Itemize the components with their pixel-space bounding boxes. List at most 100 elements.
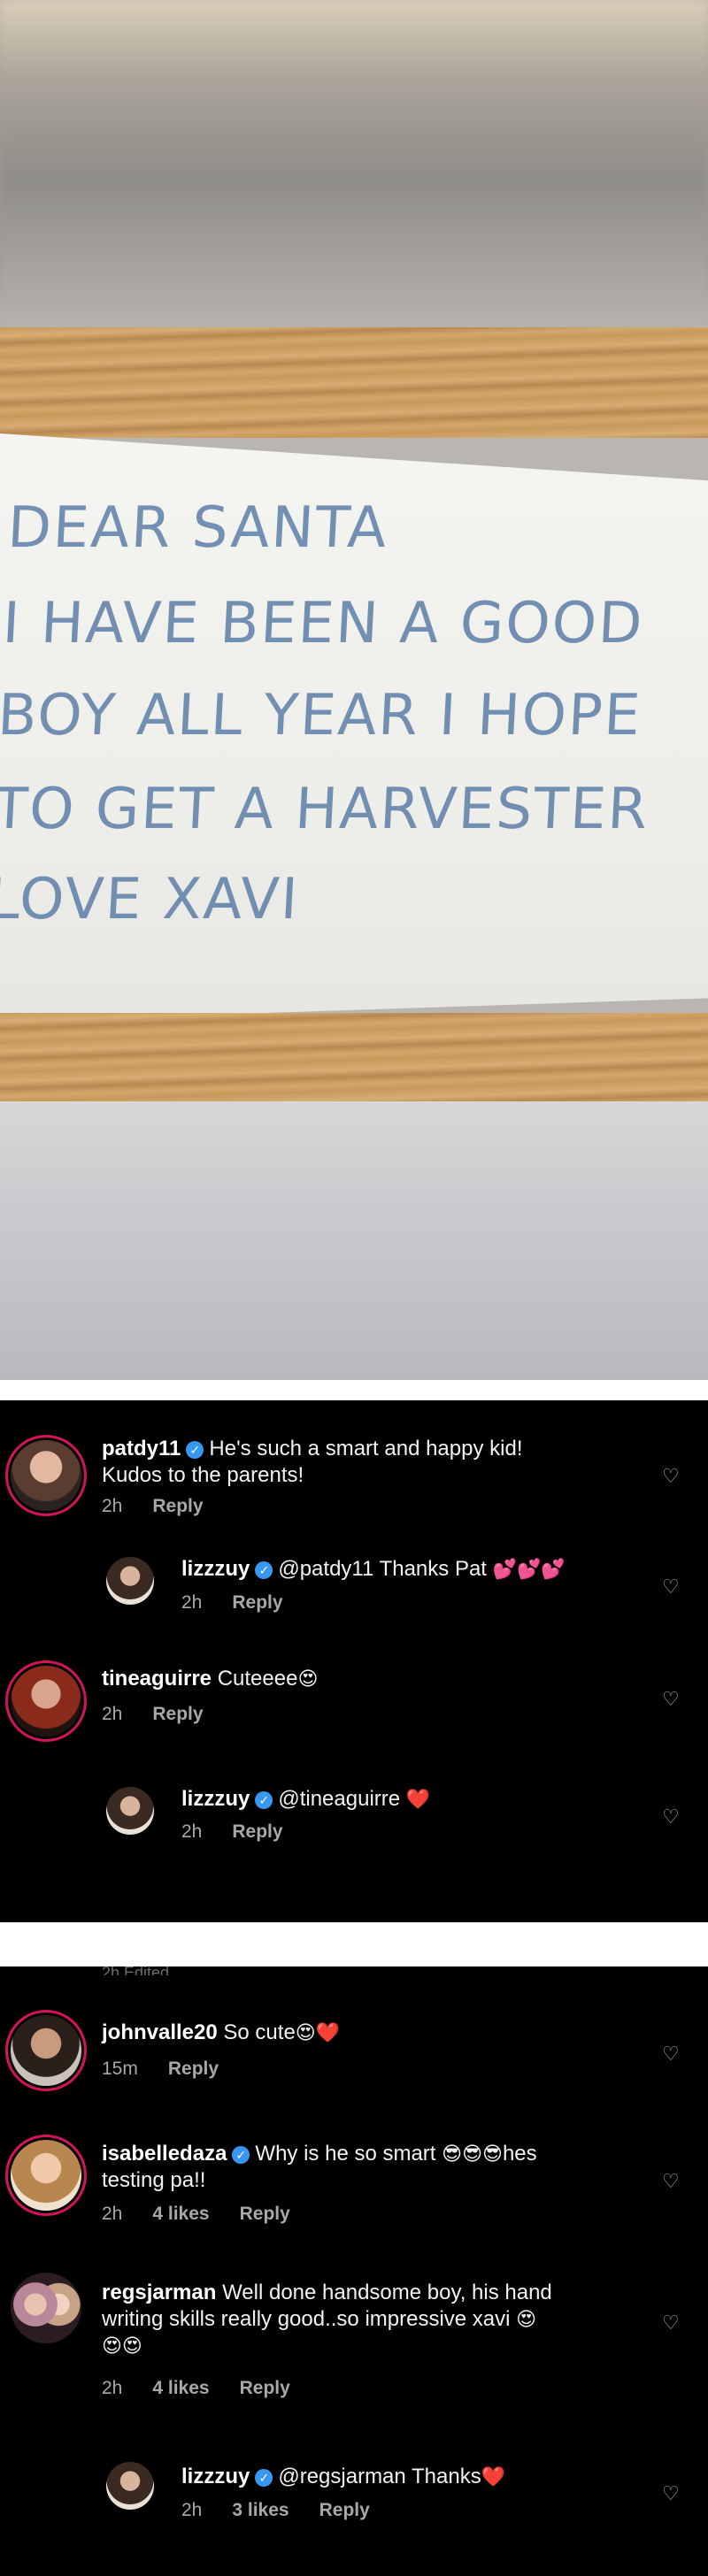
wall-background <box>0 1101 708 1380</box>
reply-button[interactable]: Reply <box>240 2204 290 2224</box>
username[interactable]: lizzzuy <box>181 2465 250 2488</box>
cut-off-meta: 2h Edited <box>102 1966 170 1975</box>
comment-body: hes <box>502 2142 537 2166</box>
reply-button[interactable]: Reply <box>232 1592 282 1613</box>
reply-button[interactable]: Reply <box>240 2378 290 2398</box>
heart-outline-icon[interactable]: ♡ <box>662 1807 680 1827</box>
comment-text: regsjarman Well done handsome boy, his h… <box>102 2280 552 2359</box>
username[interactable]: isabelledaza <box>102 2142 227 2166</box>
comment-meta: 2h 4 likes Reply <box>102 2204 320 2225</box>
timestamp: 2h <box>102 2378 123 2398</box>
username[interactable]: tineaguirre <box>102 1667 212 1690</box>
comment-text: patdy11 ✓ He's such a smart and happy kid!… <box>102 1436 522 1489</box>
reply-button[interactable]: Reply <box>152 1496 203 1516</box>
letter-line: LOVE XAVI <box>0 867 302 932</box>
comment-meta: 15m Reply <box>102 2058 249 2080</box>
comment-body: Well done handsome boy, his hand <box>222 2281 552 2304</box>
likes-count[interactable]: 4 likes <box>152 2204 209 2224</box>
verified-badge-icon: ✓ <box>255 1791 273 1809</box>
timestamp: 2h <box>102 1496 123 1516</box>
wooden-beam-top <box>0 327 708 438</box>
comment-body: Kudos to the parents! <box>102 1463 304 1487</box>
heart-outline-icon[interactable]: ♡ <box>662 2172 680 2191</box>
comment-body: Why is he so smart <box>255 2142 436 2166</box>
reply-button[interactable]: Reply <box>232 1821 282 1842</box>
verified-badge-icon: ✓ <box>186 1441 204 1459</box>
likes-count[interactable]: 4 likes <box>152 2378 209 2398</box>
comment-meta: 2h 3 likes Reply <box>181 2500 400 2521</box>
emoji: ❤️ <box>405 1788 431 1810</box>
comment-text: isabelledaza ✓ Why is he so smart 😎😎😎hes t… <box>102 2141 537 2194</box>
post-photo: DEAR SANTA I HAVE BEEN A GOOD BOY ALL YE… <box>0 0 708 1380</box>
letter-line: BOY ALL YEAR I HOPE <box>0 683 643 748</box>
comment-body: @tineaguirre <box>278 1787 401 1811</box>
reply-button[interactable]: Reply <box>319 2500 370 2520</box>
comment-text: lizzzuy ✓ @tineaguirre ❤️ <box>181 1786 430 1813</box>
comment-body: Cuteeee <box>217 1667 298 1690</box>
comment-body: testing pa!! <box>102 2168 206 2192</box>
emoji: 😍 <box>297 1668 319 1690</box>
emoji: 😍❤️ <box>295 2021 341 2043</box>
heart-outline-icon[interactable]: ♡ <box>662 1690 680 1709</box>
comment-body: @regsjarman Thanks <box>278 2465 481 2488</box>
comment-meta: 2h Reply <box>181 1592 313 1614</box>
likes-count[interactable]: 3 likes <box>232 2500 289 2520</box>
timestamp: 2h <box>181 2500 203 2520</box>
verified-badge-icon: ✓ <box>255 2469 273 2487</box>
letter-line: DEAR SANTA <box>5 495 390 561</box>
emoji: ❤️ <box>481 2465 506 2488</box>
timestamp: 2h <box>181 1592 203 1613</box>
comment-text: lizzzuy ✓ @regsjarman Thanks❤️ <box>181 2464 505 2490</box>
separator <box>0 1922 708 1966</box>
comment-body: So cute <box>223 2020 296 2044</box>
username[interactable]: patdy11 <box>102 1437 181 1460</box>
handwritten-letter: DEAR SANTA I HAVE BEEN A GOOD BOY ALL YE… <box>0 495 708 991</box>
timestamp: 2h <box>102 1704 123 1724</box>
comment-text: lizzzuy ✓ @patdy11 Thanks Pat 💕💕💕 <box>181 1556 566 1583</box>
avatar[interactable] <box>11 1440 81 1511</box>
comment-body: @patdy11 Thanks Pat <box>278 1557 487 1581</box>
avatar[interactable] <box>11 1666 81 1736</box>
heart-outline-icon[interactable]: ♡ <box>662 1467 680 1486</box>
emoji: 😎😎😎 <box>442 2143 503 2165</box>
avatar[interactable] <box>11 2140 81 2211</box>
timestamp: 2h <box>181 1821 203 1842</box>
heart-outline-icon[interactable]: ♡ <box>662 2484 680 2503</box>
comment-body: writing skills really good..so impressiv… <box>102 2307 511 2331</box>
username[interactable]: lizzzuy <box>181 1557 250 1581</box>
comment-meta: 2h Reply <box>102 1704 234 1725</box>
avatar[interactable] <box>11 2015 81 2086</box>
avatar[interactable] <box>106 1557 154 1605</box>
comment-body: He's such a smart and happy kid! <box>209 1437 523 1460</box>
verified-badge-icon: ✓ <box>232 2146 250 2164</box>
separator <box>0 1380 708 1400</box>
avatar[interactable] <box>106 1787 154 1835</box>
heart-outline-icon[interactable]: ♡ <box>662 2313 680 2333</box>
comment-text: johnvalle20 So cute😍❤️ <box>102 2020 340 2046</box>
heart-outline-icon[interactable]: ♡ <box>662 2044 680 2064</box>
verified-badge-icon: ✓ <box>255 1561 273 1579</box>
username[interactable]: regsjarman <box>102 2281 216 2304</box>
reply-button[interactable]: Reply <box>168 2058 219 2079</box>
timestamp: 15m <box>102 2058 138 2079</box>
avatar[interactable] <box>11 2273 81 2343</box>
letter-line: TO GET A HARVESTER <box>0 777 651 842</box>
username[interactable]: lizzzuy <box>181 1787 250 1811</box>
comment-text: tineaguirre Cuteeee😍 <box>102 1666 318 1692</box>
comment-meta: 2h Reply <box>181 1821 313 1843</box>
comments-panel: patdy11 ✓ He's such a smart and happy kid!… <box>0 1400 708 1922</box>
comments-panel: 2h Edited johnvalle20 So cute😍❤️ 15m Repl… <box>0 1966 708 2576</box>
heart-outline-icon[interactable]: ♡ <box>662 1577 680 1597</box>
emoji: 💕💕💕 <box>492 1558 566 1580</box>
avatar[interactable] <box>106 2462 154 2510</box>
emoji: 😍 <box>516 2308 537 2330</box>
username[interactable]: johnvalle20 <box>102 2020 218 2044</box>
reply-button[interactable]: Reply <box>152 1704 203 1724</box>
letter-line: I HAVE BEEN A GOOD <box>1 591 646 656</box>
timestamp: 2h <box>102 2204 123 2224</box>
comment-meta: 2h Reply <box>102 1496 234 1517</box>
emoji: 😍😍 <box>102 2334 142 2357</box>
comment-meta: 2h 4 likes Reply <box>102 2378 320 2399</box>
wooden-beam-bottom <box>0 1013 708 1101</box>
background-blur <box>0 0 708 327</box>
